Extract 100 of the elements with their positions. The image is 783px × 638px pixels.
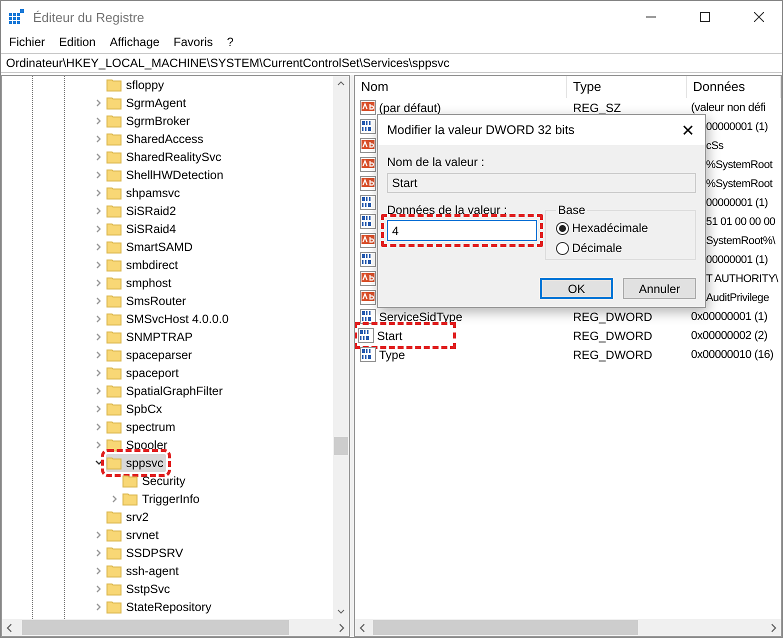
tree-item[interactable]: Spooler [106,436,170,454]
value-data: (valeur non défi [691,102,766,114]
menu-item[interactable]: Affichage [110,35,160,49]
tree-item[interactable]: sppsvc [106,454,166,472]
horizontal-scrollbar[interactable] [355,619,781,636]
chevron-right-icon[interactable] [95,603,103,611]
chevron-right-icon[interactable] [95,567,103,575]
radio-label[interactable]: Décimale [572,241,622,255]
chevron-right-icon[interactable] [95,333,103,341]
tree-item[interactable]: srvnet [106,526,162,544]
tree-item[interactable]: SmartSAMD [106,238,196,256]
chevron-right-icon[interactable] [95,189,103,197]
tree-item[interactable]: spectrum [106,418,178,436]
value-name-field[interactable]: Start [387,173,696,193]
chevron-right-icon[interactable] [95,531,103,539]
radio-button[interactable] [556,242,569,254]
menu-item[interactable]: Edition [59,35,96,49]
scroll-thumb[interactable] [373,620,638,635]
chevron-right-icon[interactable] [95,315,103,323]
chevron-right-icon[interactable] [95,243,103,251]
menu-item[interactable]: Favoris [174,35,213,49]
tree-item[interactable]: SharedRealitySvc [106,148,224,166]
folder-icon [106,186,122,200]
folder-icon [106,402,122,416]
chevron-right-icon[interactable] [95,351,103,359]
folder-icon [106,258,122,272]
chevron-right-icon[interactable] [111,495,119,503]
tree-item[interactable]: ssh-agent [106,562,182,580]
value-type: REG_DWORD [572,310,654,324]
scroll-thumb[interactable] [334,437,348,455]
chevron-right-icon[interactable] [95,369,103,377]
value-data: 00000001 (1) [706,120,768,132]
tree-item[interactable]: spaceport [106,364,182,382]
address-bar[interactable]: Ordinateur\HKEY_LOCAL_MACHINE\SYSTEM\CurrentControlSet\Services\sppsvc [1,53,782,73]
value-type: REG_DWORD [572,348,654,362]
folder-icon [106,420,122,434]
chevron-right-icon[interactable] [95,99,103,107]
tree-item[interactable]: spaceparser [106,346,196,364]
scroll-thumb[interactable] [22,620,289,635]
tree-item[interactable]: smbdirect [106,256,182,274]
column-header[interactable]: Nom [355,76,567,98]
horizontal-scrollbar[interactable] [2,619,349,636]
chevron-right-icon[interactable] [95,423,103,431]
chevron-right-icon[interactable] [95,279,103,287]
radio-button[interactable] [556,222,569,234]
chevron-right-icon[interactable] [95,405,103,413]
chevron-right-icon[interactable] [95,585,103,593]
tree-item[interactable]: smphost [106,274,174,292]
tree-item[interactable]: SpbCx [106,400,166,418]
chevron-right-icon[interactable] [95,207,103,215]
tree-item[interactable]: SgrmBroker [106,112,194,130]
maximize-icon[interactable] [700,12,710,22]
tree-item[interactable]: shpamsvc [106,184,184,202]
chevron-right-icon[interactable] [95,153,103,161]
dialog-button[interactable]: OK [540,278,613,299]
tree-item[interactable]: SgrmAgent [106,94,190,112]
column-header[interactable]: Données [687,76,781,98]
value-name[interactable]: Start [377,328,402,342]
close-icon[interactable] [754,12,764,22]
chevron-right-icon[interactable] [95,441,103,449]
value-name[interactable]: ServiceSidType [379,310,462,324]
menu-item[interactable]: ? [226,35,234,49]
chevron-right-icon[interactable] [95,261,103,269]
tree-item[interactable]: SNMPTRAP [106,328,196,346]
menu-item[interactable]: Fichier [9,35,46,49]
tree-item[interactable]: SstpSvc [106,580,174,598]
chevron-down-icon[interactable] [95,459,103,467]
value-data-field[interactable]: 4 [387,220,537,241]
folder-icon [106,384,122,398]
tree-item[interactable]: SiSRaid4 [106,220,180,238]
chevron-right-icon[interactable] [95,225,103,233]
chevron-right-icon[interactable] [95,387,103,395]
tree-item[interactable]: ShellHWDetection [106,166,226,184]
vertical-scrollbar[interactable] [333,76,349,619]
tree-item[interactable]: SpatialGraphFilter [106,382,226,400]
close-button[interactable]: ✕ [671,115,705,145]
tree-item[interactable]: TriggerInfo [122,490,203,508]
value-name[interactable]: (par défaut) [379,100,442,114]
dialog-button[interactable]: Annuler [623,278,696,299]
tree-item[interactable]: sfloppy [106,76,168,94]
chevron-right-icon[interactable] [95,117,103,125]
chevron-right-icon[interactable] [95,135,103,143]
folder-icon [106,150,122,164]
chevron-right-icon[interactable] [95,549,103,557]
value-name[interactable]: Type [379,348,406,362]
value-data: 00000001 (1) [706,196,768,208]
radio-label[interactable]: Hexadécimale [572,221,648,235]
tree-item[interactable]: SSDPSRV [106,544,186,562]
registry-icon [9,9,25,25]
tree-item[interactable]: SiSRaid2 [106,202,180,220]
tree-item[interactable]: SMSvcHost 4.0.0.0 [106,310,232,328]
tree-item[interactable]: SharedAccess [106,130,206,148]
tree-item[interactable]: srv2 [106,508,152,526]
folder-icon [106,114,122,128]
tree-item[interactable]: Security [122,472,188,490]
tree-item[interactable]: SmsRouter [106,292,190,310]
chevron-right-icon[interactable] [95,171,103,179]
column-header[interactable]: Type [567,76,687,98]
tree-item[interactable]: StateRepository [106,598,214,616]
chevron-right-icon[interactable] [95,297,103,305]
